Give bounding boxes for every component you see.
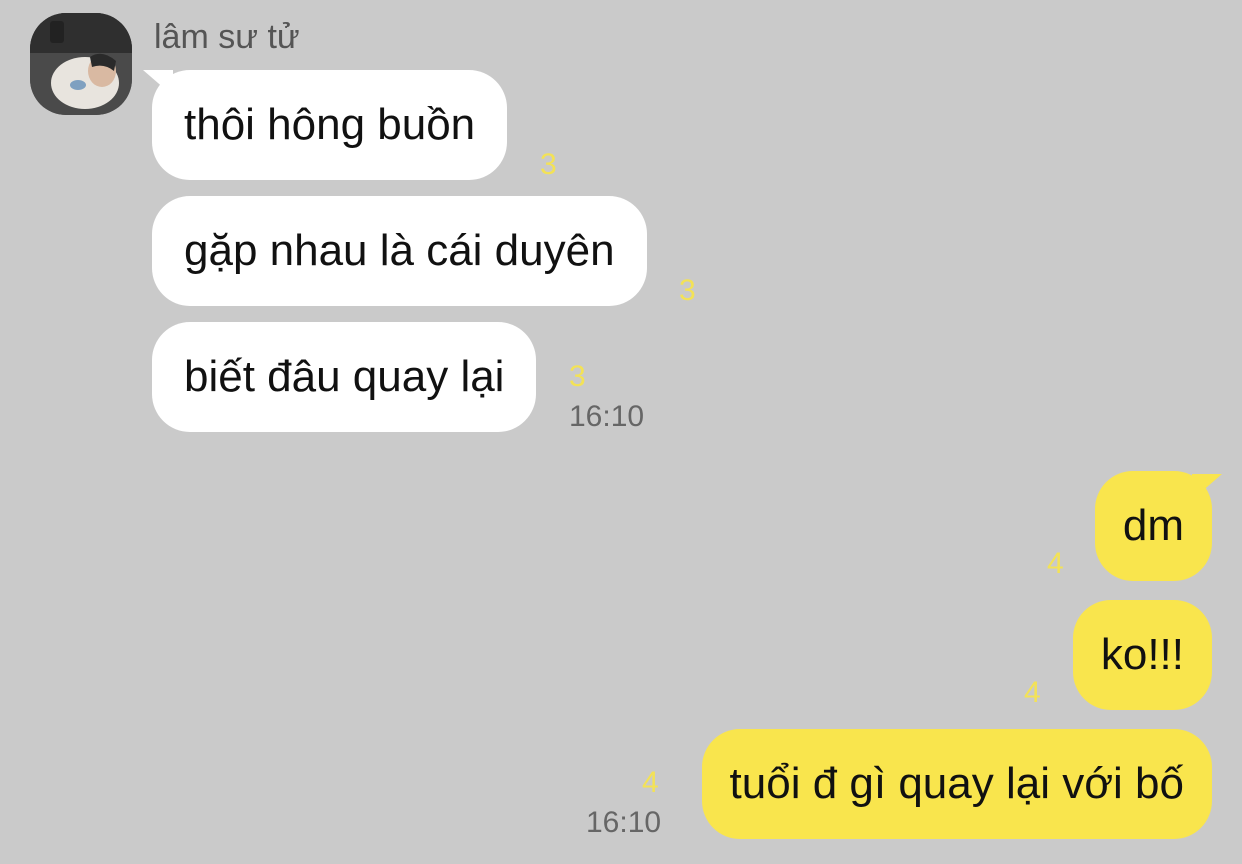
avatar[interactable]: [30, 13, 132, 115]
incoming-message[interactable]: biết đâu quay lại: [152, 322, 537, 432]
incoming-message[interactable]: gặp nhau là cái duyên: [152, 196, 647, 306]
unread-count: 3: [540, 148, 557, 181]
outgoing-message[interactable]: tuổi đ gì quay lại với bố: [701, 729, 1212, 839]
message-text: ko!!!: [1100, 630, 1184, 679]
message-text: thôi hông buồn: [184, 100, 476, 149]
message-text: dm: [1122, 501, 1184, 550]
message-timestamp: 16:10: [586, 806, 662, 839]
incoming-message[interactable]: thôi hông buồn: [152, 70, 508, 180]
message-text: tuổi đ gì quay lại với bố: [729, 759, 1184, 808]
unread-count: 4: [1047, 547, 1064, 580]
unread-count: 4: [1024, 676, 1041, 709]
message-text: biết đâu quay lại: [184, 352, 505, 401]
outgoing-message[interactable]: dm: [1094, 471, 1212, 581]
avatar-photo: [30, 13, 132, 115]
sender-name: lâm sư tử: [154, 18, 300, 56]
message-timestamp: 16:10: [569, 400, 645, 433]
outgoing-message[interactable]: ko!!!: [1072, 600, 1212, 710]
message-text: gặp nhau là cái duyên: [184, 226, 615, 275]
unread-count: 3: [569, 360, 586, 393]
unread-count: 4: [642, 766, 659, 799]
unread-count: 3: [679, 274, 696, 307]
